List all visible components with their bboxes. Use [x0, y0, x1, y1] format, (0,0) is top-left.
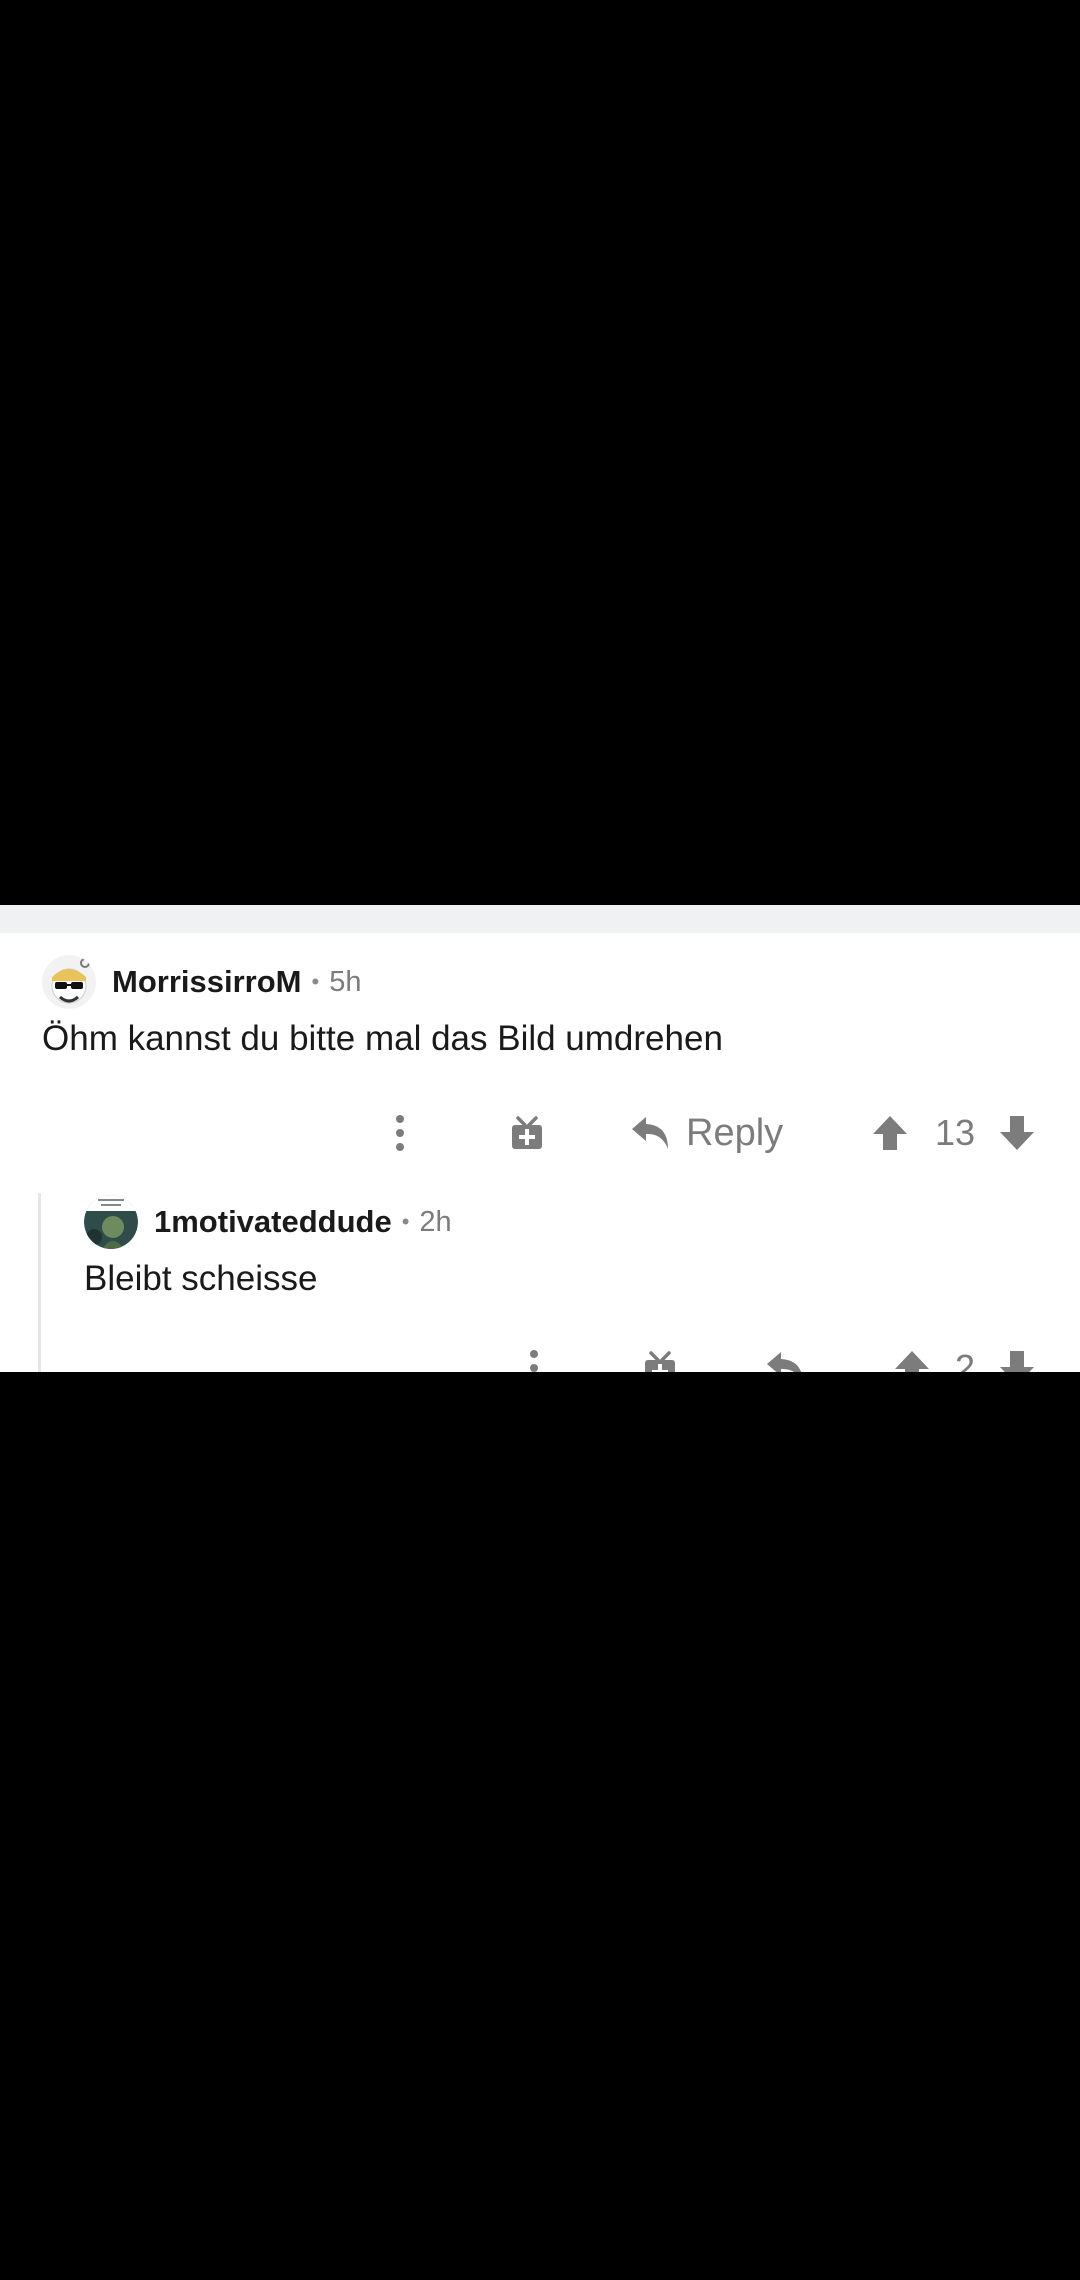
reply-arrow-icon: [632, 1117, 668, 1149]
comment-timestamp: 5h: [329, 965, 362, 998]
reply-button[interactable]: Reply: [630, 1103, 800, 1163]
downvote-button[interactable]: [997, 1103, 1037, 1163]
reply-label: Reply: [686, 1111, 784, 1154]
award-button[interactable]: [505, 1103, 549, 1163]
comment-header: MorrissirroM • 5h: [42, 953, 361, 1011]
comment-panel: MorrissirroM • 5h Öhm kannst du bitte ma…: [0, 905, 1080, 1372]
gift-award-icon: [645, 1351, 675, 1372]
award-button[interactable]: [638, 1338, 682, 1372]
downvote-button[interactable]: [997, 1338, 1037, 1372]
upvote-button[interactable]: [892, 1338, 932, 1372]
reply-button[interactable]: [764, 1338, 808, 1372]
comment-actions: Reply 13: [0, 1103, 1080, 1163]
gift-award-icon: [512, 1116, 542, 1149]
avatar[interactable]: [84, 1195, 138, 1249]
avatar[interactable]: [42, 955, 96, 1009]
reply-arrow-icon: [767, 1352, 802, 1372]
more-options-button[interactable]: [380, 1103, 420, 1163]
vote-score: 13: [925, 1103, 985, 1163]
vote-score-value: 2: [954, 1347, 976, 1372]
comment-timestamp: 2h: [419, 1205, 452, 1238]
comment-username[interactable]: 1motivateddude: [154, 1204, 392, 1240]
more-options-icon: [530, 1350, 538, 1372]
vote-score: 2: [940, 1338, 990, 1372]
separator-dot: •: [401, 1209, 410, 1234]
more-options-button[interactable]: [514, 1338, 554, 1372]
comment-header: 1motivateddude • 2h: [84, 1193, 452, 1251]
panel-divider-strip: [0, 905, 1080, 933]
upvote-arrow-icon: [873, 1116, 907, 1150]
video-black-area-top: [0, 0, 1080, 905]
comment-body: Öhm kannst du bitte mal das Bild umdrehe…: [42, 1019, 723, 1058]
downvote-arrow-icon: [1000, 1351, 1034, 1372]
vote-score-value: 13: [934, 1112, 976, 1153]
more-options-icon: [396, 1115, 404, 1151]
video-black-area-bottom: [0, 1372, 1080, 2280]
comment-body: Bleibt scheisse: [84, 1259, 318, 1298]
upvote-button[interactable]: [870, 1103, 910, 1163]
comment-username[interactable]: MorrissirroM: [112, 964, 301, 1000]
comment-actions: 2: [0, 1338, 1080, 1372]
separator-dot: •: [311, 969, 320, 994]
upvote-arrow-icon: [895, 1351, 929, 1372]
downvote-arrow-icon: [1000, 1116, 1034, 1150]
